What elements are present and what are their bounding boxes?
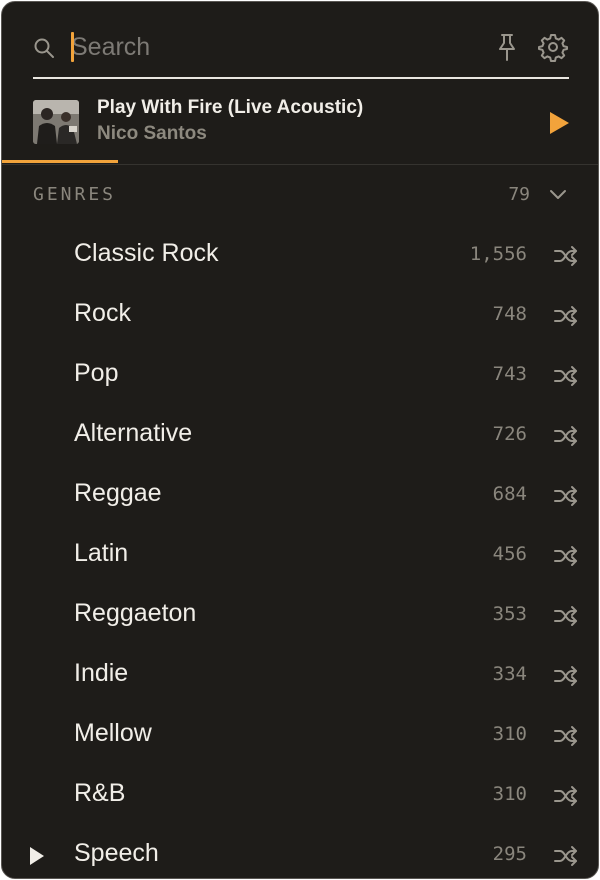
genre-track-count: 1,556 <box>469 243 527 265</box>
play-icon[interactable] <box>29 846 45 866</box>
playback-progress-bar[interactable] <box>2 160 118 163</box>
genre-name: R&B <box>74 779 126 807</box>
genre-track-count: 684 <box>492 483 527 505</box>
genre-name: Pop <box>74 359 119 387</box>
genre-row[interactable]: R&B 310 <box>2 766 598 826</box>
play-button[interactable] <box>547 110 571 136</box>
genre-name: Reggae <box>74 479 162 507</box>
genre-row[interactable]: Speech 295 <box>2 826 598 878</box>
section-title: GENRES <box>33 184 117 205</box>
genre-name: Mellow <box>74 719 152 747</box>
genre-name: Alternative <box>74 419 193 447</box>
genre-row[interactable]: Classic Rock 1,556 <box>2 226 598 286</box>
now-playing: Play With Fire (Live Acoustic) Nico Sant… <box>2 90 598 165</box>
genre-row[interactable]: Reggae 684 <box>2 466 598 526</box>
genre-track-count: 456 <box>492 543 527 565</box>
shuffle-icon[interactable] <box>553 245 579 267</box>
shuffle-icon[interactable] <box>553 545 579 567</box>
genre-track-count: 726 <box>492 423 527 445</box>
app-window: Play With Fire (Live Acoustic) Nico Sant… <box>1 1 599 879</box>
shuffle-icon[interactable] <box>553 425 579 447</box>
shuffle-icon[interactable] <box>553 845 579 867</box>
chevron-down-icon[interactable] <box>548 188 568 202</box>
genre-list: Classic Rock 1,556 Rock 748 Pop 743 Alternativ… <box>2 226 598 878</box>
genre-name: Classic Rock <box>74 239 219 267</box>
track-artist[interactable]: Nico Santos <box>97 123 207 145</box>
shuffle-icon[interactable] <box>553 365 579 387</box>
album-art[interactable] <box>33 100 79 144</box>
genre-row[interactable]: Reggaeton 353 <box>2 586 598 646</box>
genre-track-count: 310 <box>492 723 527 745</box>
genre-row[interactable]: Rock 748 <box>2 286 598 346</box>
genre-track-count: 743 <box>492 363 527 385</box>
shuffle-icon[interactable] <box>553 785 579 807</box>
genre-name: Reggaeton <box>74 599 197 627</box>
gear-icon[interactable] <box>538 32 568 62</box>
genre-track-count: 334 <box>492 663 527 685</box>
genres-section-header[interactable]: GENRES 79 <box>2 172 598 216</box>
genre-row[interactable]: Mellow 310 <box>2 706 598 766</box>
search-input[interactable] <box>71 28 471 66</box>
genres-count: 79 <box>508 184 530 205</box>
pin-icon[interactable] <box>494 32 520 62</box>
genre-name: Indie <box>74 659 129 687</box>
search-bar <box>33 24 569 79</box>
text-caret <box>71 32 74 62</box>
genre-row[interactable]: Pop 743 <box>2 346 598 406</box>
shuffle-icon[interactable] <box>553 665 579 687</box>
album-art-image <box>33 100 79 144</box>
genre-row[interactable]: Latin 456 <box>2 526 598 586</box>
shuffle-icon[interactable] <box>553 725 579 747</box>
track-title: Play With Fire (Live Acoustic) <box>97 97 364 118</box>
genre-row[interactable]: Alternative 726 <box>2 406 598 466</box>
genre-track-count: 295 <box>492 843 527 865</box>
genre-track-count: 748 <box>492 303 527 325</box>
genre-track-count: 353 <box>492 603 527 625</box>
shuffle-icon[interactable] <box>553 485 579 507</box>
search-icon <box>34 38 54 58</box>
genre-name: Latin <box>74 539 129 567</box>
genre-name: Rock <box>74 299 131 327</box>
genre-row[interactable]: Indie 334 <box>2 646 598 706</box>
shuffle-icon[interactable] <box>553 305 579 327</box>
shuffle-icon[interactable] <box>553 605 579 627</box>
genre-track-count: 310 <box>492 783 527 805</box>
genre-name: Speech <box>74 839 159 867</box>
